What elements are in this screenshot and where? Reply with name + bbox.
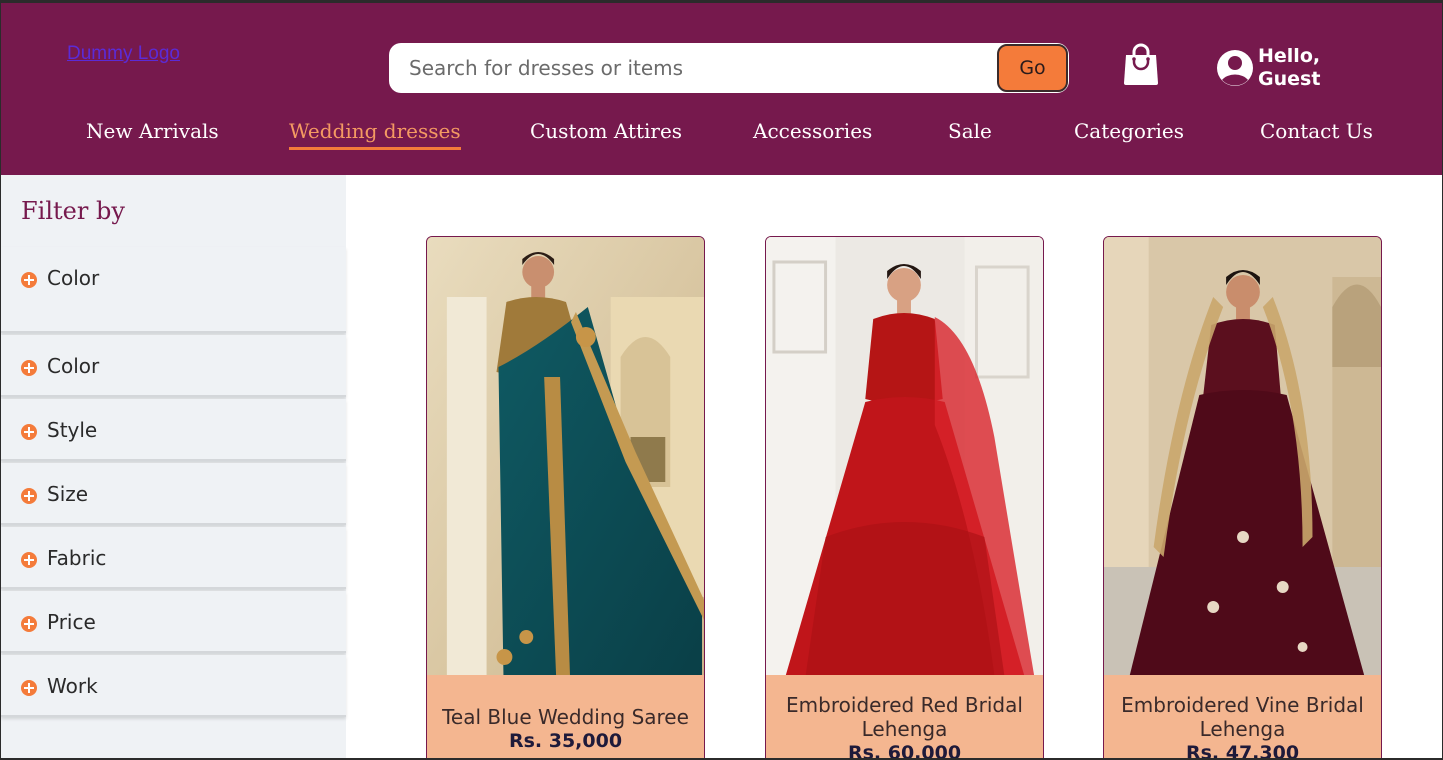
nav-wedding-dresses[interactable]: Wedding dresses	[289, 119, 461, 150]
filter-label: Fabric	[47, 546, 107, 570]
filter-label: Color	[47, 354, 100, 378]
search-input[interactable]	[389, 43, 999, 93]
shopping-bag-icon[interactable]	[1123, 43, 1159, 85]
product-card[interactable]: Embroidered Red Bridal Lehenga Rs. 60,00…	[765, 236, 1044, 758]
expand-plus-icon	[21, 488, 37, 504]
nav-contact-us[interactable]: Contact Us	[1260, 119, 1373, 143]
filter-fabric[interactable]: Fabric	[1, 527, 346, 589]
greeting-name: Guest	[1258, 68, 1321, 90]
product-price: Rs. 47,300	[1185, 742, 1300, 758]
nav-categories[interactable]: Categories	[1074, 119, 1184, 143]
filter-price[interactable]: Price	[1, 591, 346, 653]
expand-plus-icon	[21, 616, 37, 632]
user-account[interactable]: Hello, Guest	[1216, 45, 1328, 91]
expand-plus-icon	[21, 360, 37, 376]
filter-sidebar: Filter by Color Color Style Size Fabric …	[1, 175, 346, 758]
product-name: Embroidered Red Bridal Lehenga	[786, 693, 1023, 741]
user-greeting: Hello, Guest	[1258, 45, 1328, 91]
product-price: Rs. 60,000	[847, 742, 962, 758]
product-info: Embroidered Vine Bridal Lehenga Rs. 47,3…	[1104, 675, 1381, 758]
page: Dummy Logo Go Hello, Guest New Arriv	[1, 3, 1442, 758]
filter-label: Price	[47, 610, 96, 634]
expand-plus-icon	[21, 552, 37, 568]
filter-label: Style	[47, 418, 98, 442]
product-info: Embroidered Red Bridal Lehenga Rs. 60,00…	[766, 675, 1043, 758]
filter-label: Work	[47, 674, 98, 698]
filter-color[interactable]: Color	[1, 247, 346, 333]
logo-link[interactable]: Dummy Logo	[67, 43, 180, 65]
main-nav: New Arrivals Wedding dresses Custom Atti…	[1, 119, 1442, 159]
filter-work[interactable]: Work	[1, 655, 346, 717]
search-bar: Go	[389, 43, 1069, 93]
nav-sale[interactable]: Sale	[948, 119, 992, 143]
search-go-button[interactable]: Go	[997, 44, 1068, 92]
nav-custom-attires[interactable]: Custom Attires	[530, 119, 682, 143]
product-price: Rs. 35,000	[508, 730, 623, 752]
site-header: Dummy Logo Go Hello, Guest New Arriv	[1, 3, 1442, 175]
filter-style[interactable]: Style	[1, 399, 346, 461]
filter-title: Filter by	[21, 197, 125, 225]
nav-accessories[interactable]: Accessories	[753, 119, 872, 143]
red-lehenga-image	[766, 237, 1043, 675]
filter-label: Color	[47, 266, 100, 290]
expand-plus-icon	[21, 424, 37, 440]
product-name: Teal Blue Wedding Saree	[442, 705, 689, 729]
nav-new-arrivals[interactable]: New Arrivals	[86, 119, 219, 143]
user-avatar-icon	[1217, 50, 1253, 86]
product-card[interactable]: Embroidered Vine Bridal Lehenga Rs. 47,3…	[1103, 236, 1382, 758]
product-card[interactable]: Teal Blue Wedding Saree Rs. 35,000	[426, 236, 705, 758]
product-info: Teal Blue Wedding Saree Rs. 35,000	[427, 675, 704, 753]
greeting-hello: Hello,	[1258, 45, 1321, 67]
filter-color-2[interactable]: Color	[1, 335, 346, 397]
filter-label: Size	[47, 482, 89, 506]
filter-size[interactable]: Size	[1, 463, 346, 525]
expand-plus-icon	[21, 680, 37, 696]
product-name: Embroidered Vine Bridal Lehenga	[1121, 693, 1364, 741]
teal-saree-image	[427, 237, 704, 675]
vine-lehenga-image	[1104, 237, 1381, 675]
expand-plus-icon	[21, 272, 37, 288]
